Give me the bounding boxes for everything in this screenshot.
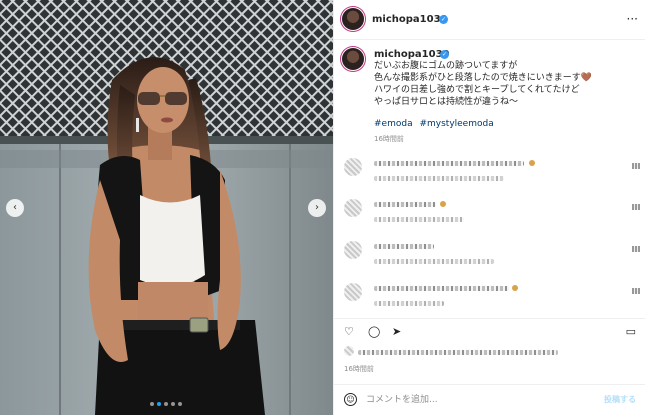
comment-meta-blurred (374, 301, 444, 306)
instagram-post-viewer: ‹ › michopa1030 ✓ ··· michopa1030 ✓ だいぶお… (0, 0, 645, 415)
comment-item (334, 199, 645, 237)
carousel-dot (171, 402, 175, 406)
hashtag-list: #emoda #mystyleemoda (374, 119, 498, 129)
carousel-dot (164, 402, 168, 406)
carousel-dot-active (157, 402, 161, 406)
commenter-avatar[interactable] (344, 158, 362, 176)
heart-icon[interactable]: ♡ (344, 325, 354, 338)
comment-meta-blurred (374, 176, 504, 181)
action-bar: ♡ ◯ ➤ ▭ (334, 318, 645, 346)
comment-composer: ☺ 投稿する (334, 384, 645, 415)
emoji-icon (529, 160, 535, 166)
post-caption: だいぶお腹にゴムの跡ついてますが 色んな撮影系がひと段落したので焼きにいきまーす… (374, 60, 642, 108)
comment-item (334, 283, 645, 321)
caption-line: だいぶお腹にゴムの跡ついてますが (374, 61, 518, 71)
comment-text-blurred (374, 202, 436, 207)
caption-line: 色んな撮影系がひと段落したので焼きにいきまーす🤎 (374, 73, 592, 83)
bookmark-icon[interactable]: ▭ (626, 325, 636, 338)
comment-meta-blurred (374, 217, 464, 222)
comment-icon[interactable]: ◯ (368, 325, 380, 338)
carousel-dot (150, 402, 154, 406)
post-photo[interactable]: ‹ › (0, 0, 333, 415)
chevron-left-icon: ‹ (13, 202, 17, 213)
post-comment-button[interactable]: 投稿する (604, 394, 636, 405)
liker-avatar (344, 346, 354, 356)
comment-like-icon[interactable] (632, 288, 640, 294)
commenter-avatar[interactable] (344, 241, 362, 259)
comment-item (334, 241, 645, 279)
comment-text-blurred (374, 286, 509, 291)
comment-item (334, 158, 645, 196)
caption-line: ハワイの日差し強めで割とキープしてくれてたけど (374, 85, 580, 95)
post-header: michopa1030 ✓ ··· (334, 0, 645, 40)
commenter-avatar[interactable] (344, 199, 362, 217)
prev-slide-button[interactable]: ‹ (6, 199, 24, 217)
photo-illustration (0, 0, 333, 415)
comment-like-icon[interactable] (632, 246, 640, 252)
caption-timestamp: 16時間前 (374, 135, 404, 143)
hashtag-link[interactable]: #mystyleemoda (419, 119, 493, 129)
next-slide-button[interactable]: › (308, 199, 326, 217)
comment-input[interactable] (366, 392, 586, 408)
carousel-indicator (150, 402, 182, 406)
comment-like-icon[interactable] (632, 163, 640, 169)
hashtag-link[interactable]: #emoda (374, 119, 413, 129)
verified-badge-icon: ✓ (439, 15, 448, 24)
share-icon[interactable]: ➤ (392, 325, 401, 338)
emoji-icon (512, 285, 518, 291)
avatar[interactable] (342, 8, 364, 30)
more-options-icon[interactable]: ··· (627, 12, 638, 26)
emoji-icon (440, 201, 446, 207)
post-timestamp: 16時間前 (344, 365, 374, 373)
chevron-right-icon: › (315, 202, 319, 213)
commenter-avatar[interactable] (344, 283, 362, 301)
caption-line: やっぱ日サロとは持続性が違うね〜 (374, 97, 519, 107)
header-username[interactable]: michopa1030 (372, 14, 448, 25)
comment-text-blurred (374, 161, 524, 166)
liked-by-summary[interactable] (344, 346, 636, 358)
comment-text-blurred (374, 244, 434, 249)
likes-text-blurred (358, 350, 558, 355)
comments-panel: michopa1030 ✓ ··· michopa1030 ✓ だいぶお腹にゴム… (333, 0, 645, 415)
comment-meta-blurred (374, 259, 494, 264)
comment-like-icon[interactable] (632, 204, 640, 210)
emoji-picker-icon[interactable]: ☺ (344, 393, 357, 406)
caption-avatar[interactable] (342, 48, 364, 70)
carousel-dot (178, 402, 182, 406)
verified-badge-icon: ✓ (440, 50, 449, 59)
caption-username[interactable]: michopa1030 (374, 49, 450, 60)
